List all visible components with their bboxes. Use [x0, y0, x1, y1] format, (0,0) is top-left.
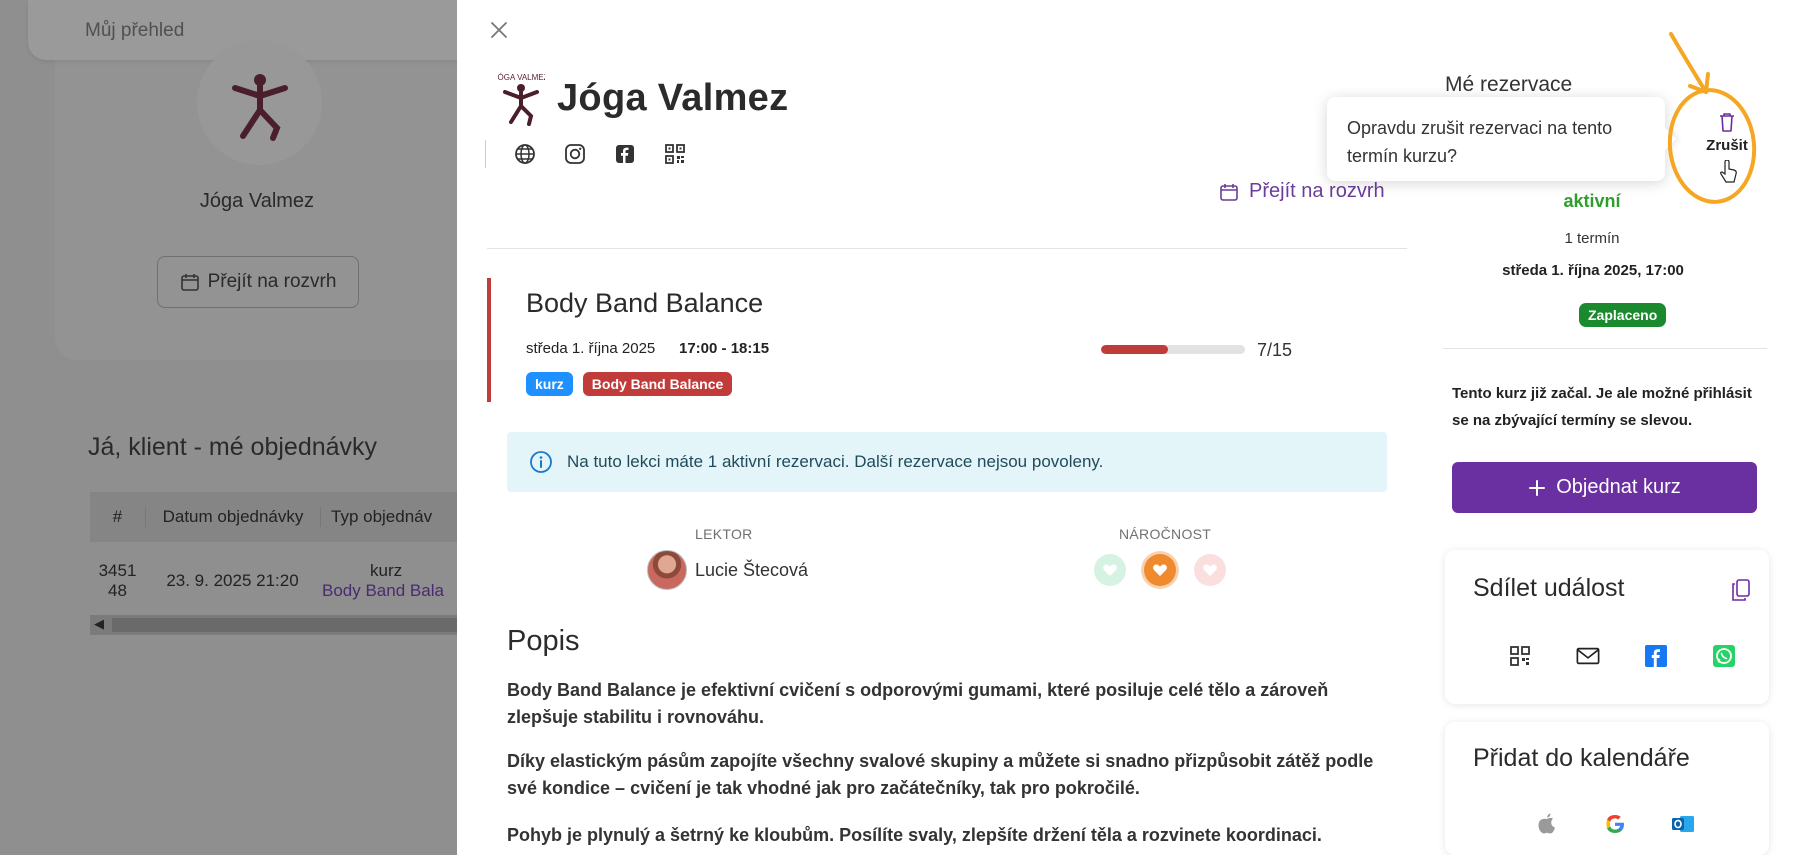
description-paragraph: Body Band Balance je efektivní cvičení s…: [507, 680, 1329, 727]
share-title: Sdílet událost: [1473, 574, 1625, 602]
copy-icon[interactable]: [1731, 578, 1751, 602]
close-icon[interactable]: [487, 18, 511, 42]
description-paragraph: Pohyb je plynulý a šetrný ke kloubům. Po…: [507, 825, 1322, 845]
row-id: 345148: [98, 561, 137, 600]
google-icon[interactable]: [1603, 812, 1627, 836]
whatsapp-icon[interactable]: [1712, 644, 1736, 668]
description-title: Popis: [507, 625, 580, 657]
status-badge: Zaplaceno: [1579, 303, 1667, 327]
reservation-alert: Na tuto lekci máte 1 aktivní rezervaci. …: [507, 432, 1387, 492]
event-card: Body Band Balance středa 1. října 2025 1…: [487, 278, 1387, 402]
cancel-confirm-popover[interactable]: Opravdu zrušit rezervaci na tento termín…: [1327, 97, 1677, 181]
apple-icon[interactable]: [1535, 812, 1559, 836]
heart-icon: [1094, 554, 1126, 586]
share-panel: Sdílet událost: [1445, 550, 1769, 704]
calendar-icons: [1535, 812, 1695, 836]
table-scrollbar[interactable]: ◀: [90, 615, 460, 635]
heart-icon: [1144, 554, 1176, 586]
capacity-text: 7/15: [1257, 340, 1293, 360]
row-type: kurz Body Band Bala: [320, 561, 460, 601]
tag-kurz: kurz: [526, 372, 573, 396]
info-icon: [530, 451, 552, 473]
studio-links: [485, 140, 688, 168]
orders-title: Já, klient - mé objednávky: [88, 433, 378, 461]
orders-table-header: # Datum objednávky Typ objednáv: [90, 492, 460, 542]
event-tags: kurz Body Band Balance: [526, 372, 733, 396]
calendar-icon: [180, 274, 199, 291]
table-row[interactable]: 345148 23. 9. 2025 21:20 kurz Body Band …: [90, 542, 460, 620]
annotation-highlight: [1667, 32, 1757, 204]
qr-code-icon[interactable]: [1508, 644, 1532, 668]
cursor-icon: [1720, 160, 1737, 183]
event-date: středa 1. října 2025: [526, 340, 656, 357]
calendar-icon: [1220, 183, 1238, 201]
share-icons: [1508, 644, 1736, 668]
avatar: [647, 550, 687, 590]
schedule-link[interactable]: Přejít na rozvrh: [1219, 180, 1385, 203]
divider: [487, 248, 1407, 249]
instagram-icon[interactable]: [562, 141, 588, 167]
facebook-icon[interactable]: [612, 141, 638, 167]
mail-icon[interactable]: [1576, 644, 1600, 668]
heart-icon: [1194, 554, 1226, 586]
difficulty-rating: [1094, 554, 1226, 586]
orders-table: # Datum objednávky Typ objednáv 345148 2…: [90, 492, 460, 620]
header-type: Typ objednáv: [320, 507, 460, 527]
course-started-note: Tento kurz již začal. Je ale možné přihl…: [1452, 385, 1752, 429]
divider: [1443, 348, 1767, 349]
calendar-title: Přidat do kalendáře: [1473, 744, 1690, 772]
yoga-logo-icon: JÓGA VALMEZ: [497, 73, 545, 126]
studio-header: JÓGA VALMEZ Jóga Valmez: [497, 70, 788, 126]
schedule-button[interactable]: Přejít na rozvrh: [157, 256, 359, 308]
row-type-link[interactable]: Body Band Bala: [320, 581, 460, 601]
outlook-icon[interactable]: [1671, 812, 1695, 836]
alert-text: Na tuto lekci máte 1 aktivní rezervaci. …: [567, 452, 1104, 471]
studio-logo: [197, 40, 322, 165]
lector[interactable]: Lucie Štecová: [647, 550, 808, 590]
tag-event-name: Body Band Balance: [582, 372, 733, 396]
calendar-panel: Přidat do kalendáře: [1445, 722, 1769, 855]
header-id: #: [112, 507, 123, 526]
term-count: 1 termín: [1564, 230, 1620, 247]
lector-name: Lucie Štecová: [695, 559, 809, 580]
globe-icon[interactable]: [512, 141, 538, 167]
plus-icon: [1529, 479, 1546, 496]
difficulty-label: NÁROČNOST: [1119, 526, 1212, 542]
lector-label: LEKTOR: [695, 526, 753, 542]
header-date: Datum objednávky: [145, 507, 320, 527]
scroll-left-icon[interactable]: ◀: [94, 616, 104, 632]
event-drawer: JÓGA VALMEZ Jóga Valmez Přejít na rozvrh…: [457, 0, 1820, 855]
order-course-label: Objednat kurz: [1556, 476, 1681, 498]
capacity-bar: [1101, 345, 1245, 354]
term-date: středa 1. října 2025, 17:00: [1502, 262, 1684, 279]
capacity-fill: [1101, 345, 1169, 354]
event-title: Body Band Balance: [526, 288, 764, 318]
description-paragraph: Díky elastickým pásům zapojíte všechny s…: [507, 751, 1374, 798]
yoga-logo-icon: [231, 73, 288, 141]
qr-code-icon[interactable]: [662, 141, 688, 167]
row-type-text: kurz: [370, 561, 403, 580]
popover-text: Opravdu zrušit rezervaci na tento termín…: [1347, 118, 1613, 166]
order-course-button[interactable]: Objednat kurz: [1452, 462, 1757, 513]
reservation-status: aktivní: [1563, 191, 1621, 211]
schedule-link-label: Přejít na rozvrh: [1249, 180, 1385, 202]
scrollbar-thumb[interactable]: [112, 618, 460, 632]
event-time: 17:00 - 18:15: [679, 340, 770, 357]
top-bar-title: Můj přehled: [85, 20, 185, 41]
logo-text: JÓGA VALMEZ: [497, 73, 545, 82]
row-date: 23. 9. 2025 21:20: [166, 571, 299, 590]
studio-title: Jóga Valmez: [557, 76, 789, 119]
reservations-title: Mé rezervace: [1445, 73, 1573, 96]
facebook-icon[interactable]: [1644, 644, 1668, 668]
schedule-button-label: Přejít na rozvrh: [207, 271, 337, 292]
studio-name: Jóga Valmez: [199, 190, 315, 212]
